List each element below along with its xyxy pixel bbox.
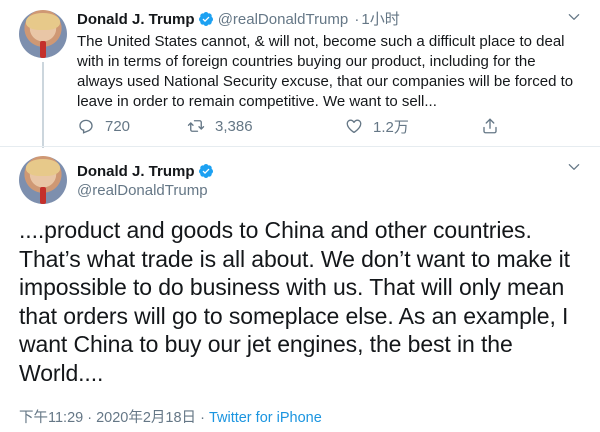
action-bar: 720 3,386 1.2万 [77,116,497,136]
chevron-down-icon[interactable] [567,10,581,24]
reply-button[interactable]: 720 [77,116,130,136]
like-count: 1.2万 [373,118,409,136]
tweet-divider [0,146,600,147]
display-name[interactable]: Donald J. Trump [77,11,195,28]
verified-icon [198,164,213,178]
handle[interactable]: @realDonaldTrump [77,182,208,199]
retweet-icon [187,120,205,132]
display-name[interactable]: Donald J. Trump [77,163,195,180]
avatar-tie [40,41,46,58]
like-icon [346,119,362,134]
avatar-hair [26,13,60,30]
tweet-text: The United States cannot, & will not, be… [77,33,574,110]
reply-icon [79,119,93,134]
chevron-down-icon[interactable] [567,160,581,174]
share-icon [483,118,497,134]
separator-dot: · [196,410,209,426]
avatar[interactable] [19,156,67,204]
reply-count: 720 [105,117,131,135]
retweet-button[interactable]: 3,386 [187,116,253,136]
tweet-text: ....product and goods to China and other… [19,217,570,386]
thread-connector-line [42,62,44,148]
tweet-first[interactable]: Donald J. Trump @realDonaldTrump · 1小时 Th… [0,0,600,148]
tweet-time[interactable]: 1小时 [361,11,399,28]
tweet-timestamp[interactable]: 下午11:29 · 2020年2月18日 [19,410,196,426]
avatar[interactable] [19,10,67,58]
handle[interactable]: @realDonaldTrump [218,11,349,28]
display-name-row: Donald J. Trump [77,163,214,181]
verified-icon [198,12,213,26]
tweet-meta: 下午11:29 · 2020年2月18日 · Twitter for iPhon… [19,406,322,427]
like-button[interactable]: 1.2万 [345,116,409,136]
tweet-header: Donald J. Trump @realDonaldTrump · 1小时 [77,11,400,29]
avatar-tie [40,187,46,204]
separator-dot: · [354,11,360,28]
tweet-source-link[interactable]: Twitter for iPhone [209,410,322,426]
share-button[interactable] [481,116,509,136]
avatar-hair [26,159,60,176]
retweet-count: 3,386 [215,117,253,135]
